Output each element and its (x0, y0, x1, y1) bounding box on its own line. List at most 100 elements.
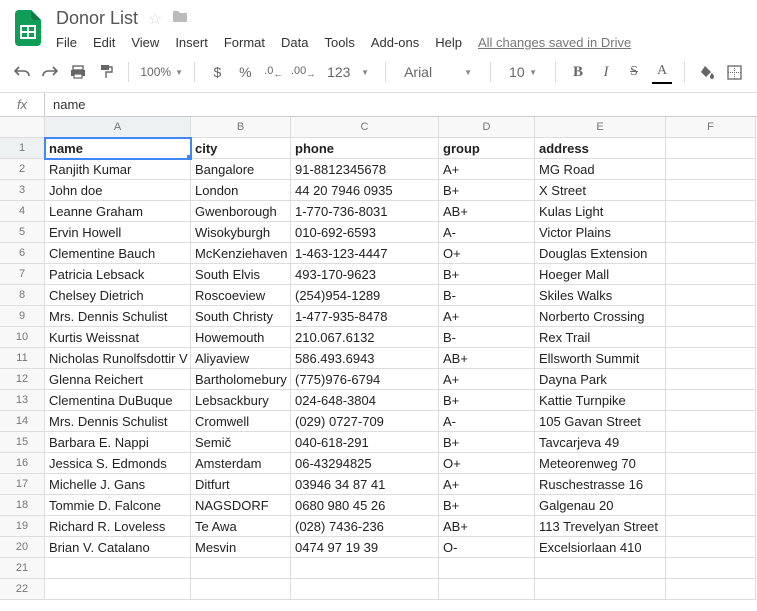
cell[interactable]: B+ (439, 180, 535, 201)
bold-button[interactable]: B (568, 60, 588, 84)
row-header[interactable]: 10 (0, 327, 45, 348)
cell[interactable]: 91-8812345678 (291, 159, 439, 180)
currency-button[interactable]: $ (207, 60, 227, 84)
cell[interactable]: 44 20 7946 0935 (291, 180, 439, 201)
cell[interactable]: Cromwell (191, 411, 291, 432)
cell[interactable]: Excelsiorlaan 410 (535, 537, 666, 558)
column-header[interactable]: E (535, 117, 666, 138)
row-header[interactable]: 8 (0, 285, 45, 306)
menu-data[interactable]: Data (281, 35, 308, 50)
cell[interactable]: AB+ (439, 201, 535, 222)
cell[interactable] (666, 537, 756, 558)
cell[interactable]: 1-463-123-4447 (291, 243, 439, 264)
menu-edit[interactable]: Edit (93, 35, 115, 50)
cell[interactable] (191, 579, 291, 600)
row-header[interactable]: 16 (0, 453, 45, 474)
cell[interactable]: Patricia Lebsack (45, 264, 191, 285)
cell[interactable]: Clementina DuBuque (45, 390, 191, 411)
row-header[interactable]: 15 (0, 432, 45, 453)
menu-help[interactable]: Help (435, 35, 462, 50)
cell[interactable] (666, 222, 756, 243)
menu-tools[interactable]: Tools (324, 35, 354, 50)
cell[interactable]: AB+ (439, 348, 535, 369)
cell[interactable] (666, 558, 756, 579)
italic-button[interactable]: I (596, 60, 616, 84)
cell[interactable]: O+ (439, 243, 535, 264)
row-header[interactable]: 1 (0, 138, 45, 159)
cell[interactable] (666, 390, 756, 411)
paint-format-button[interactable] (96, 60, 116, 84)
cell[interactable]: A+ (439, 474, 535, 495)
cell[interactable]: Jessica S. Edmonds (45, 453, 191, 474)
cell[interactable]: phone (291, 138, 439, 159)
cell[interactable]: Ruschestrasse 16 (535, 474, 666, 495)
cell[interactable]: Norberto Crossing (535, 306, 666, 327)
column-header[interactable]: F (666, 117, 756, 138)
cell[interactable] (666, 201, 756, 222)
cell[interactable]: 586.493.6943 (291, 348, 439, 369)
cell[interactable] (666, 369, 756, 390)
number-format-select[interactable]: 123▼ (323, 60, 373, 84)
cell[interactable]: B+ (439, 390, 535, 411)
cell[interactable]: Chelsey Dietrich (45, 285, 191, 306)
cell[interactable]: Roscoeview (191, 285, 291, 306)
cell[interactable]: Leanne Graham (45, 201, 191, 222)
cell[interactable] (535, 579, 666, 600)
cell[interactable]: MG Road (535, 159, 666, 180)
cell[interactable]: John doe (45, 180, 191, 201)
cell[interactable]: Mrs. Dennis Schulist (45, 411, 191, 432)
row-header[interactable]: 6 (0, 243, 45, 264)
cell[interactable]: Te Awa (191, 516, 291, 537)
cell[interactable]: Dayna Park (535, 369, 666, 390)
cell[interactable]: Bangalore (191, 159, 291, 180)
row-header[interactable]: 18 (0, 495, 45, 516)
cell[interactable]: Ditfurt (191, 474, 291, 495)
cell[interactable] (666, 495, 756, 516)
cell[interactable]: address (535, 138, 666, 159)
row-header[interactable]: 13 (0, 390, 45, 411)
row-header[interactable]: 5 (0, 222, 45, 243)
row-header[interactable]: 2 (0, 159, 45, 180)
folder-icon[interactable] (172, 9, 188, 28)
cell[interactable]: 1-770-736-8031 (291, 201, 439, 222)
cell[interactable]: Lebsackbury (191, 390, 291, 411)
cell[interactable]: Galgenau 20 (535, 495, 666, 516)
cell[interactable]: Victor Plains (535, 222, 666, 243)
increase-decimal-button[interactable]: .00→ (291, 60, 315, 84)
row-header[interactable]: 19 (0, 516, 45, 537)
cell[interactable]: South Elvis (191, 264, 291, 285)
cell[interactable]: Semič (191, 432, 291, 453)
cell[interactable]: A- (439, 411, 535, 432)
row-header[interactable]: 20 (0, 537, 45, 558)
menu-insert[interactable]: Insert (175, 35, 208, 50)
cell[interactable]: Bartholomebury (191, 369, 291, 390)
cell[interactable]: Ervin Howell (45, 222, 191, 243)
text-color-button[interactable]: A (652, 60, 672, 84)
cell[interactable] (439, 558, 535, 579)
menu-file[interactable]: File (56, 35, 77, 50)
cell[interactable]: B+ (439, 495, 535, 516)
cell[interactable]: Glenna Reichert (45, 369, 191, 390)
decrease-decimal-button[interactable]: .0← (263, 60, 283, 84)
cell[interactable]: A- (439, 222, 535, 243)
cell[interactable]: Barbara E. Nappi (45, 432, 191, 453)
cell[interactable]: Hoeger Mall (535, 264, 666, 285)
cell[interactable]: Skiles Walks (535, 285, 666, 306)
cell[interactable]: O+ (439, 453, 535, 474)
cell[interactable]: Aliyaview (191, 348, 291, 369)
cell[interactable]: (775)976-6794 (291, 369, 439, 390)
row-header[interactable]: 9 (0, 306, 45, 327)
cell[interactable]: Michelle J. Gans (45, 474, 191, 495)
select-all-corner[interactable] (0, 117, 45, 138)
menu-format[interactable]: Format (224, 35, 265, 50)
cell[interactable]: Tommie D. Falcone (45, 495, 191, 516)
row-header[interactable]: 7 (0, 264, 45, 285)
cell[interactable] (191, 558, 291, 579)
strikethrough-button[interactable]: S (624, 60, 644, 84)
cell[interactable]: 1-477-935-8478 (291, 306, 439, 327)
cell[interactable]: 03946 34 87 41 (291, 474, 439, 495)
cell[interactable] (666, 474, 756, 495)
cell[interactable] (666, 243, 756, 264)
cell[interactable]: NAGSDORF (191, 495, 291, 516)
sheets-logo[interactable] (8, 8, 48, 48)
